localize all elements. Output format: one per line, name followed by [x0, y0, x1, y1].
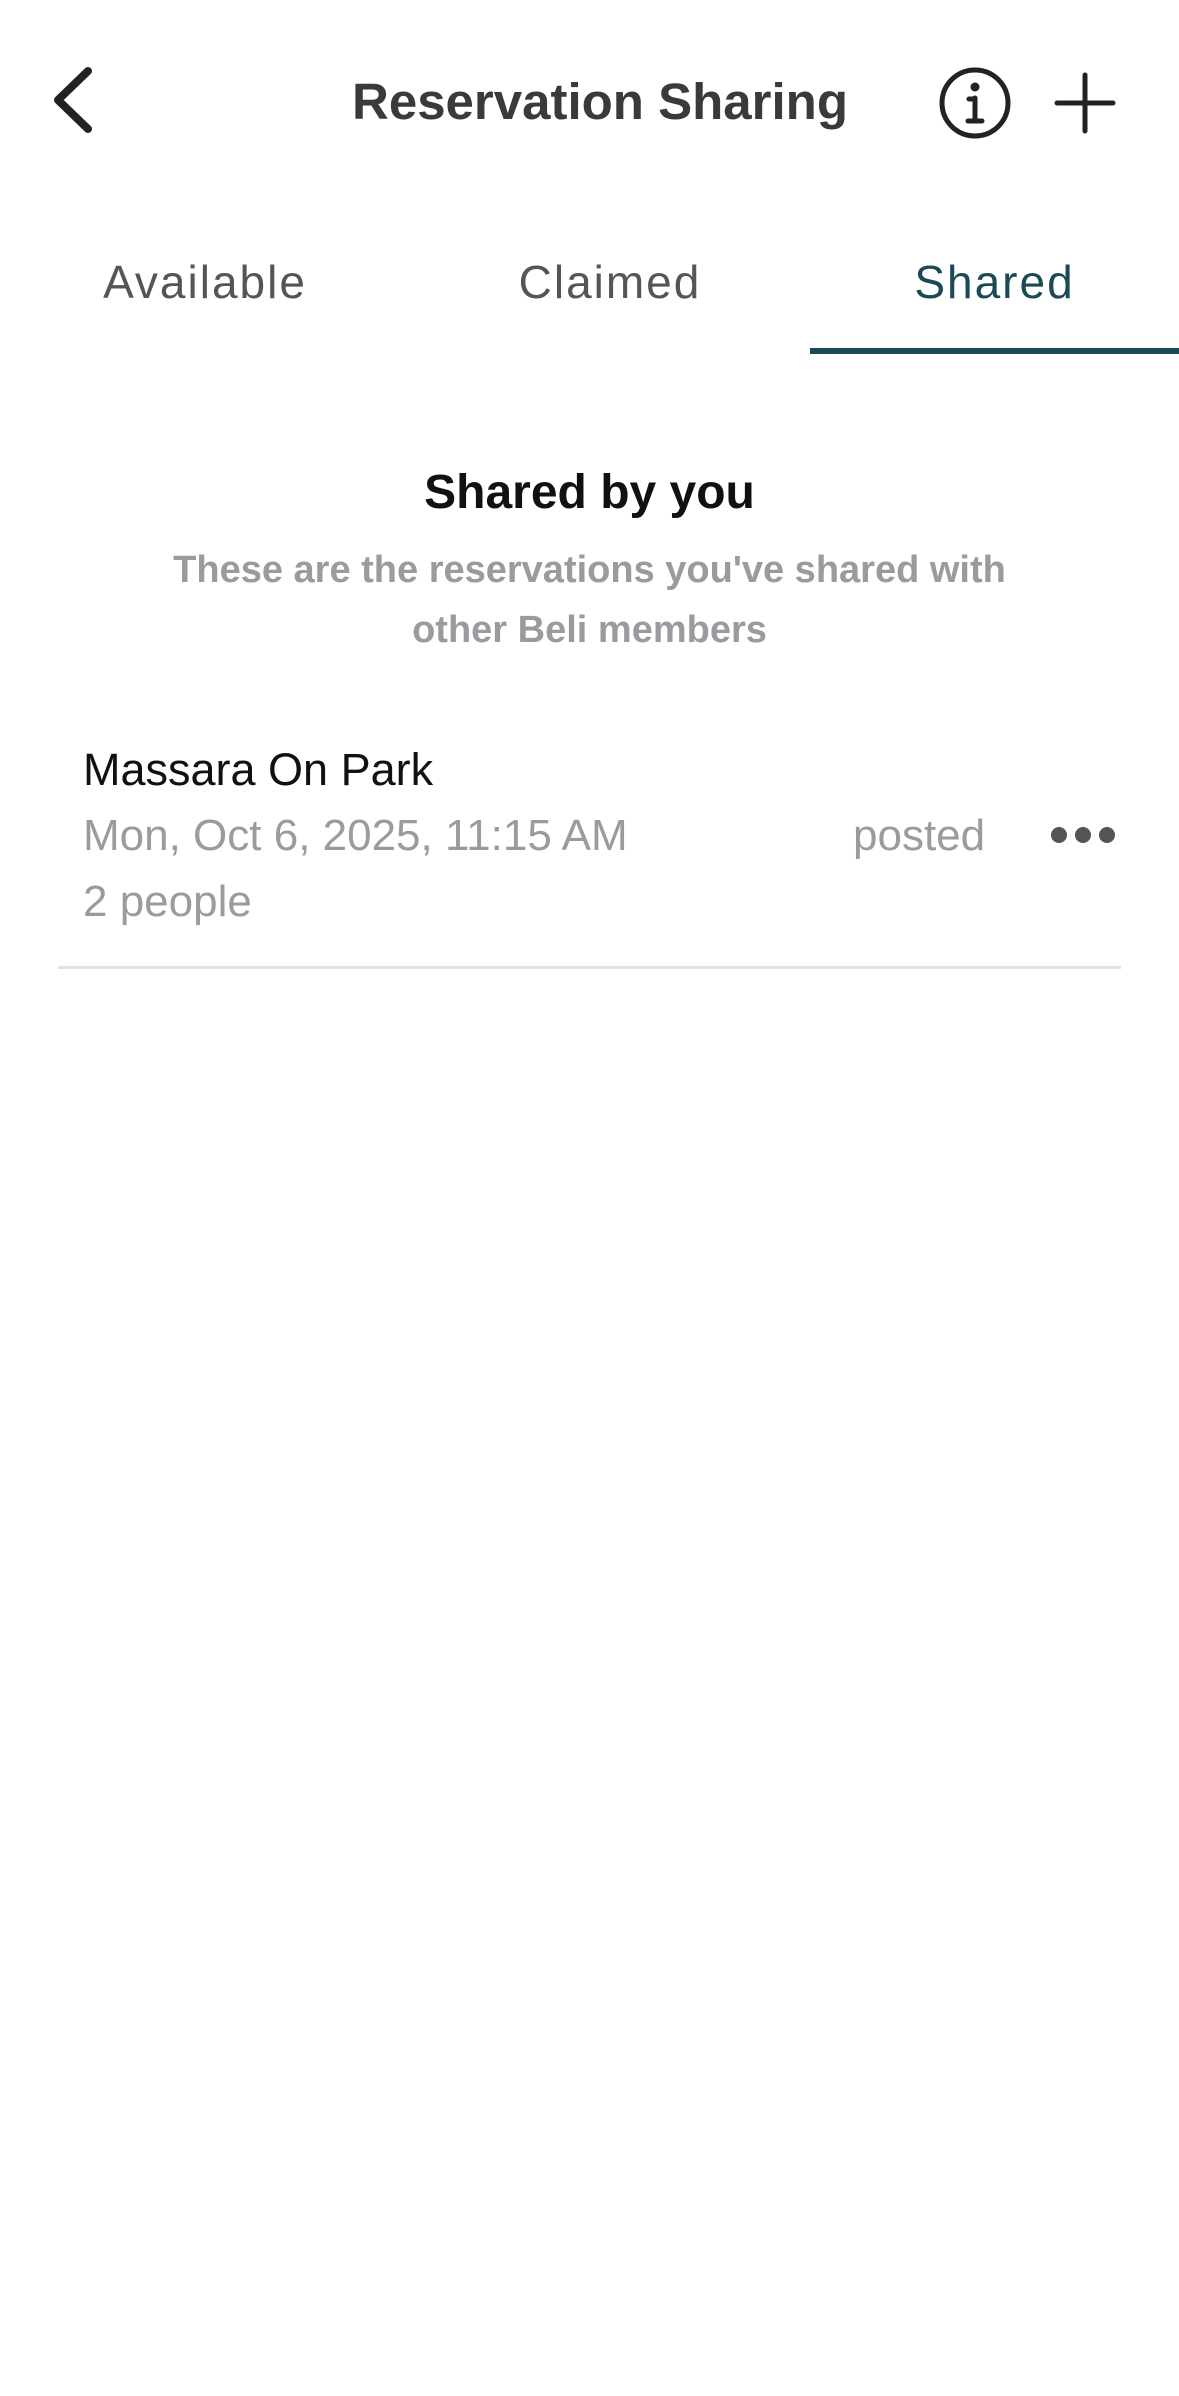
page-title: Reservation Sharing	[352, 73, 848, 130]
status-label: posted	[853, 811, 986, 860]
more-options-button[interactable]	[1043, 800, 1123, 870]
reservation-datetime: Mon, Oct 6, 2025, 11:15 AM	[83, 811, 628, 860]
restaurant-name: Massara On Park	[83, 744, 434, 795]
plus-icon	[1054, 72, 1116, 134]
info-button[interactable]	[930, 58, 1020, 148]
section-title: Shared by you	[424, 466, 755, 519]
party-size: 2 people	[83, 877, 252, 926]
tab-claimed[interactable]: Claimed	[410, 210, 810, 354]
chevron-left-icon	[54, 67, 92, 133]
tab-selected-indicator	[810, 348, 1179, 354]
back-button[interactable]	[50, 50, 140, 150]
ellipsis-icon	[1051, 827, 1115, 843]
add-button[interactable]	[1040, 58, 1130, 148]
reservation-row[interactable]: Massara On Park Mon, Oct 6, 2025, 11:15 …	[58, 730, 1121, 969]
section-subtitle: These are the reservations you've shared…	[173, 549, 1006, 651]
section-header: Shared by you These are the reservations…	[0, 458, 1179, 660]
tab-bar: Available Claimed Shared	[0, 210, 1179, 354]
tab-shared[interactable]: Shared	[810, 210, 1179, 354]
nav-bar: Reservation Sharing	[0, 0, 1179, 200]
info-circle-icon	[939, 67, 1011, 139]
tab-available[interactable]: Available	[0, 210, 410, 354]
